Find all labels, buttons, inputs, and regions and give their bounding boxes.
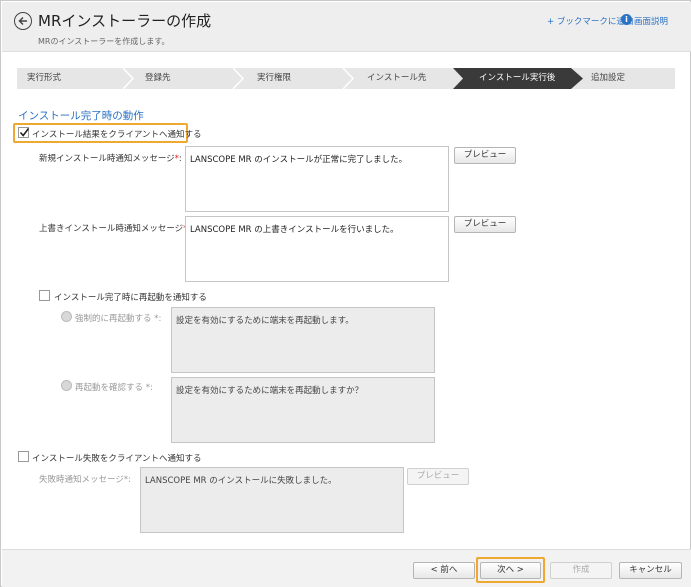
failure-msg-label: 失敗時通知メッセージ*: (39, 475, 131, 485)
notify-restart-label: インストール完了時に再起動を通知する (54, 293, 207, 303)
confirm-restart-textarea: 設定を有効にするために端末を再起動しますか？ (171, 377, 435, 443)
step-separator-icon (342, 68, 355, 89)
confirm-restart-label: 再起動を確認する *: (75, 383, 153, 393)
create-button: 作成 (550, 562, 612, 579)
wizard-steps: 実行形式 登録先 実行権限 インストール先 インストール実行後 追加設定 (17, 68, 675, 89)
cancel-button[interactable]: キャンセル (619, 562, 682, 579)
step-separator-icon (571, 68, 583, 89)
new-install-msg-label: 新規インストール時通知メッセージ*: (39, 154, 182, 164)
info-icon: i (621, 14, 632, 25)
step-additional-settings: 追加設定 (591, 73, 626, 83)
overwrite-install-preview-button[interactable]: プレビュー (454, 216, 516, 233)
notify-result-label: インストール結果をクライアントへ通知する (32, 130, 202, 140)
notify-failure-label: インストール失敗をクライアントへ通知する (32, 454, 202, 464)
failure-preview-button: プレビュー (407, 468, 469, 485)
back-arrow-icon[interactable] (14, 12, 32, 30)
failure-msg-textarea: LANSCOPE MR のインストールに失敗しました。 (140, 467, 404, 533)
page-header: MRインストーラーの作成 MRのインストーラーを作成します。 + ブックマークに… (2, 2, 691, 52)
step-separator-icon (122, 68, 135, 89)
new-install-preview-button[interactable]: プレビュー (454, 147, 516, 164)
next-button[interactable]: 次へ > (480, 562, 541, 579)
notify-result-checkbox[interactable] (18, 127, 30, 138)
overwrite-install-msg-textarea[interactable]: LANSCOPE MR の上書きインストールを行いました。 (185, 216, 449, 282)
section-title: インストール完了時の動作 (18, 110, 144, 122)
step-execution-format: 実行形式 (27, 73, 62, 83)
step-after-install: インストール実行後 (453, 68, 571, 89)
step-registration: 登録先 (145, 73, 171, 83)
new-install-msg-textarea[interactable]: LANSCOPE MR のインストールが正常に完了しました。 (185, 146, 449, 212)
force-restart-radio[interactable] (61, 311, 72, 322)
page-title: MRインストーラーの作成 (38, 12, 212, 30)
notify-failure-checkbox[interactable] (18, 451, 29, 462)
step-separator-icon (453, 68, 463, 89)
screen-help-link[interactable]: 画面説明 (634, 15, 668, 27)
prev-button[interactable]: < 前へ (413, 562, 475, 579)
notify-restart-checkbox[interactable] (39, 290, 50, 301)
force-restart-textarea: 設定を有効にするために端末を再起動します。 (171, 307, 435, 373)
overwrite-install-msg-label: 上書きインストール時通知メッセージ*: (39, 224, 190, 234)
step-execution-permission: 実行権限 (257, 73, 292, 83)
confirm-restart-radio[interactable] (61, 380, 72, 391)
force-restart-label: 強制的に再起動する *: (75, 314, 162, 324)
page-subtitle: MRのインストーラーを作成します。 (38, 37, 170, 46)
window: MRインストーラーの作成 MRのインストーラーを作成します。 + ブックマークに… (0, 0, 691, 587)
footer-bar: < 前へ 次へ > 作成 キャンセル (2, 549, 691, 587)
step-separator-icon (232, 68, 245, 89)
step-install-destination: インストール先 (367, 73, 427, 83)
